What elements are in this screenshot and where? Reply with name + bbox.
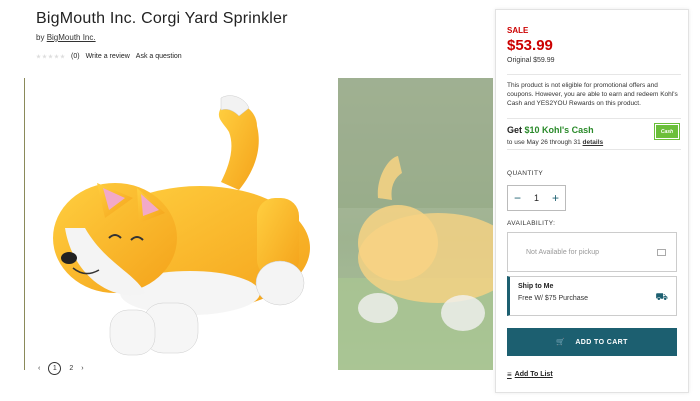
- star-rating: [36, 54, 65, 59]
- quantity-stepper: − 1 +: [507, 185, 566, 211]
- availability-label: AVAILABILITY:: [507, 220, 556, 227]
- kohls-cash-amount: $10 Kohl's Cash: [524, 125, 594, 135]
- star-icon: [48, 54, 53, 59]
- ask-question-link[interactable]: Ask a question: [136, 53, 182, 60]
- promo-note: This product is not eligible for promoti…: [507, 74, 681, 108]
- product-gallery: [24, 78, 493, 370]
- brand-link[interactable]: BigMouth Inc.: [47, 33, 96, 42]
- kohls-cash-offer: Get $10 Kohl's Cash to use May 26 throug…: [507, 118, 681, 150]
- gallery-page-1[interactable]: 1: [48, 362, 62, 375]
- by-prefix: by: [36, 33, 45, 42]
- corgi-outdoor-image: [338, 78, 493, 370]
- minus-icon[interactable]: −: [514, 191, 521, 205]
- ship-subtitle: Free W/ $75 Purchase: [518, 295, 589, 302]
- kohls-cash-dates: to use May 26 through 31 details: [507, 139, 603, 146]
- plus-icon[interactable]: +: [552, 191, 559, 205]
- add-to-list-link[interactable]: ≡ Add To List: [507, 370, 553, 379]
- product-image-secondary[interactable]: [338, 78, 493, 370]
- review-row: (0) Write a review Ask a question: [36, 53, 182, 60]
- kohls-cash-prefix: Get: [507, 125, 525, 135]
- details-link[interactable]: details: [583, 139, 604, 146]
- kohls-cash-title: Get $10 Kohl's Cash: [507, 125, 594, 135]
- kohls-cash-dates-text: to use May 26 through 31: [507, 139, 583, 146]
- star-icon: [60, 54, 65, 59]
- purchase-panel: SALE $53.99 Original $59.99 This product…: [495, 9, 689, 393]
- pickup-status: Not Available for pickup: [526, 248, 600, 256]
- chevron-right-icon[interactable]: ›: [81, 365, 83, 372]
- gallery-page-2[interactable]: 2: [69, 365, 73, 372]
- add-to-list-label: Add To List: [514, 371, 553, 378]
- list-icon: ≡: [507, 370, 512, 379]
- original-price: Original $59.99: [507, 57, 555, 64]
- chevron-left-icon[interactable]: ‹: [38, 365, 40, 372]
- store-icon: [657, 249, 666, 256]
- product-image-main[interactable]: [24, 78, 336, 370]
- product-title: BigMouth Inc. Corgi Yard Sprinkler: [36, 10, 288, 27]
- star-icon: [42, 54, 47, 59]
- quantity-label: QUANTITY: [507, 170, 544, 177]
- byline: by BigMouth Inc.: [36, 33, 96, 42]
- pickup-option[interactable]: Not Available for pickup: [507, 232, 677, 272]
- sale-label: SALE: [507, 26, 529, 35]
- write-review-link[interactable]: Write a review: [86, 53, 130, 60]
- cart-icon: 🛒: [556, 339, 566, 346]
- review-count[interactable]: (0): [71, 53, 80, 60]
- gallery-pager: ‹ 1 2 ›: [32, 360, 90, 377]
- corgi-sprinkler-image: [53, 95, 310, 356]
- star-icon: [36, 54, 41, 59]
- ship-to-me-option[interactable]: Ship to Me Free W/ $75 Purchase ⛟: [507, 276, 677, 316]
- sale-price: $53.99: [507, 37, 553, 54]
- kohls-cash-badge-icon: Cash: [655, 124, 679, 139]
- quantity-value[interactable]: 1: [534, 193, 539, 203]
- add-to-cart-button[interactable]: 🛒 ADD TO CART: [507, 328, 677, 356]
- add-to-cart-label: ADD TO CART: [575, 338, 628, 346]
- star-icon: [54, 54, 59, 59]
- ship-title: Ship to Me: [518, 283, 554, 290]
- truck-icon: ⛟: [655, 292, 668, 303]
